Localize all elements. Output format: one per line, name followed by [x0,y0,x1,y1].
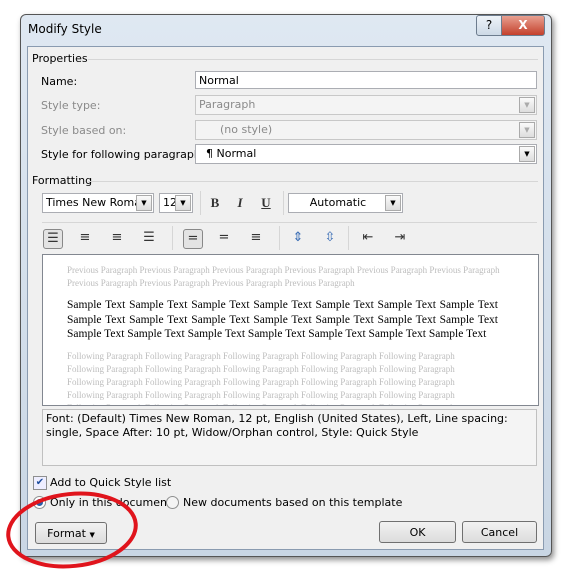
increase-space-before-icon[interactable]: ⇕ [289,229,307,247]
italic-button[interactable]: I [231,194,249,212]
close-button[interactable]: X [501,15,545,36]
single-spacing-icon[interactable]: = [183,229,203,249]
align-center-icon[interactable]: ≡ [76,229,94,247]
chevron-down-icon[interactable]: ▼ [175,195,191,211]
divider [88,59,538,60]
close-icon: X [518,18,528,32]
decrease-indent-icon[interactable]: ⇤ [359,229,377,247]
one-half-spacing-icon[interactable]: = [215,229,233,247]
based-on-select: (no style) ▼ [195,120,537,140]
bold-button[interactable]: B [206,194,224,212]
new-documents-label: New documents based on this template [183,496,403,509]
align-right-icon[interactable]: ≡ [108,229,126,247]
divider [172,226,173,250]
decrease-space-before-icon[interactable]: ⇳ [321,229,339,247]
ok-button[interactable]: OK [379,521,456,543]
chevron-down-icon: ▼ [519,97,535,113]
following-label: Style for following paragraph: [41,148,205,161]
divider [42,222,537,223]
font-value: Times New Roman [46,196,148,209]
font-size-select[interactable]: 12 ▼ [159,193,193,213]
style-type-label: Style type: [41,99,101,112]
following-style-value: ¶ Normal [206,147,257,160]
new-documents-radio[interactable] [166,496,179,509]
chevron-down-icon[interactable]: ▼ [519,146,535,162]
font-color-select[interactable]: Automatic ▼ [288,193,403,213]
divider [279,226,280,250]
sample-text: Sample Text Sample Text Sample Text Samp… [67,299,498,340]
divider [283,191,284,215]
chevron-down-icon[interactable]: ▼ [385,195,401,211]
based-on-label: Style based on: [41,124,127,137]
following-style-select[interactable]: ¶ Normal ▼ [195,144,537,164]
chevron-down-icon[interactable]: ▼ [136,195,152,211]
name-label: Name: [41,75,78,88]
properties-heading: Properties [32,52,88,65]
align-left-icon[interactable]: ☰ [43,229,63,249]
increase-indent-icon[interactable]: ⇥ [391,229,409,247]
divider [200,191,201,215]
style-preview: Previous Paragraph Previous Paragraph Pr… [42,254,539,406]
divider [348,226,349,250]
formatting-heading: Formatting [32,174,93,187]
style-description: Font: (Default) Times New Roman, 12 pt, … [42,409,537,466]
divider [88,181,538,182]
style-type-select: Paragraph ▼ [195,95,537,115]
cancel-button[interactable]: Cancel [462,521,537,543]
previous-paragraph-text: Previous Paragraph Previous Paragraph Pr… [67,265,500,288]
based-on-value: (no style) [220,123,273,136]
help-button[interactable]: ? [476,15,502,36]
following-paragraph-text: Following Paragraph Following Paragraph … [67,350,455,406]
help-icon: ? [485,18,493,32]
dialog-title: Modify Style [28,22,102,36]
justify-icon[interactable]: ☰ [140,229,158,247]
name-input[interactable]: Normal [195,71,537,89]
font-select[interactable]: Times New Roman ▼ [42,193,154,213]
underline-button[interactable]: U [257,194,275,212]
style-type-value: Paragraph [199,98,256,111]
font-color-value: Automatic [309,196,367,209]
red-annotation-circle [6,491,138,569]
double-spacing-icon[interactable]: ≡ [247,229,265,247]
chevron-down-icon: ▼ [519,122,535,138]
